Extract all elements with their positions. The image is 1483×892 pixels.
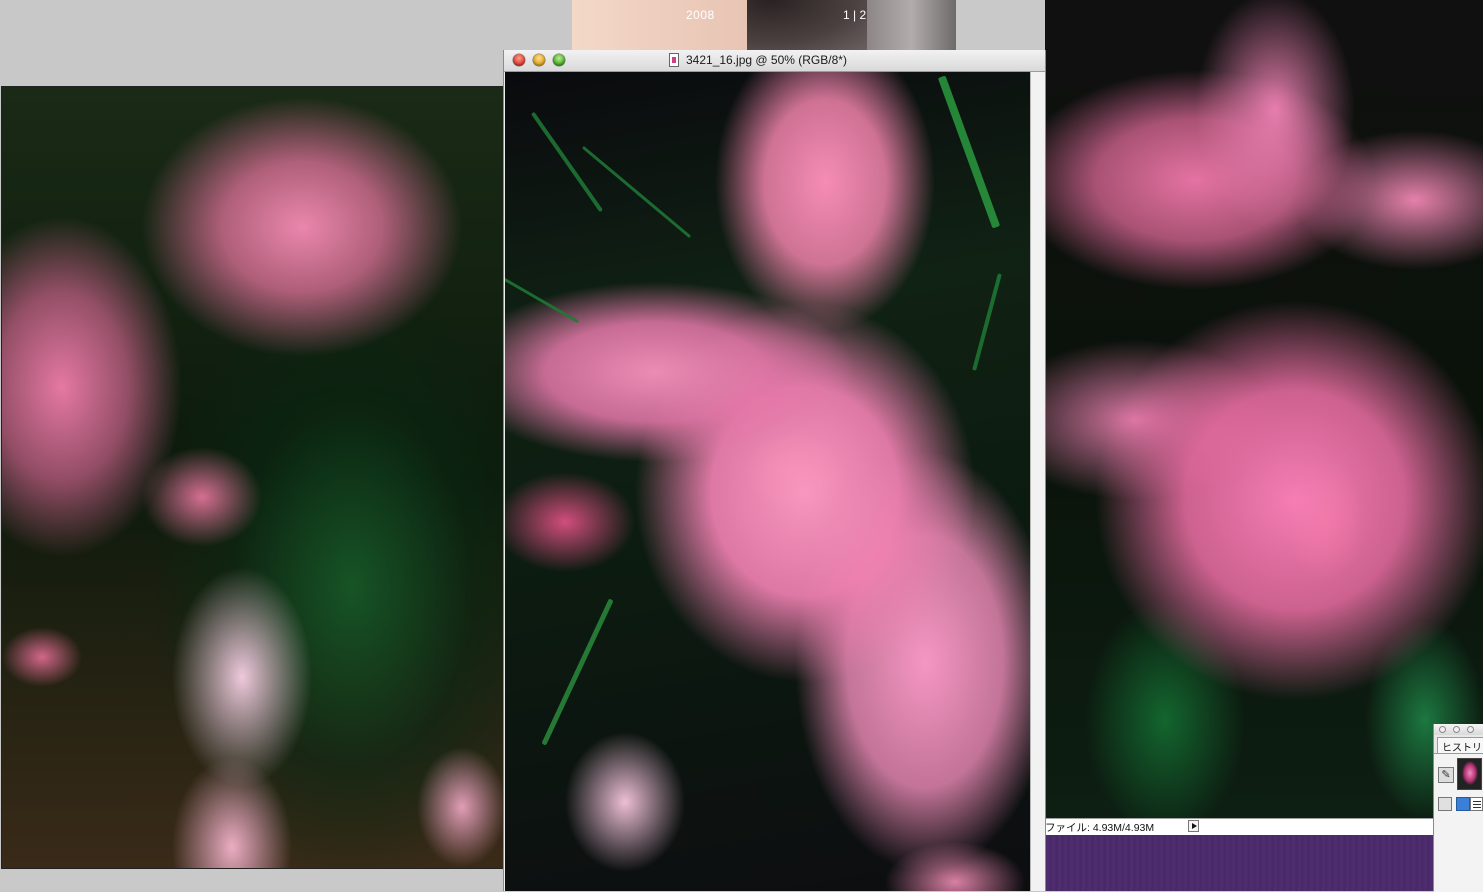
background-photo-left[interactable] bbox=[1, 86, 504, 869]
new-document-icon[interactable] bbox=[1456, 797, 1470, 811]
document-titlebar[interactable]: 3421_16.jpg @ 50% (RGB/8*) bbox=[504, 50, 1045, 72]
new-snapshot-icon[interactable] bbox=[1438, 797, 1452, 811]
image-canvas[interactable] bbox=[505, 72, 1030, 891]
grass-blade bbox=[541, 598, 614, 746]
background-document-preview bbox=[572, 0, 956, 50]
file-size-text: ファイル: 4.93M/4.93M bbox=[1045, 822, 1155, 834]
grass-blade bbox=[972, 273, 1002, 371]
palette-close-icon[interactable] bbox=[1439, 726, 1446, 733]
status-menu-arrow-icon[interactable] bbox=[1188, 820, 1199, 832]
desktop-background bbox=[0, 0, 571, 86]
zoom-button[interactable] bbox=[553, 54, 565, 66]
paper-area bbox=[572, 0, 747, 50]
history-brush-icon[interactable]: ✎ bbox=[1438, 767, 1454, 783]
info-status-bar: ファイル: 4.93M/4.93M bbox=[1045, 818, 1433, 836]
photo-area-light bbox=[867, 0, 956, 50]
history-list[interactable]: ✎ bbox=[1434, 753, 1483, 892]
grass-blade bbox=[937, 75, 1001, 229]
document-title: 3421_16.jpg @ 50% (RGB/8*) bbox=[686, 53, 847, 67]
palette-zoom-icon[interactable] bbox=[1467, 726, 1474, 733]
tab-history[interactable]: ヒストリー bbox=[1437, 737, 1483, 754]
palette-menu-icon[interactable] bbox=[1470, 797, 1483, 811]
minimize-button[interactable] bbox=[533, 54, 545, 66]
background-year-text: 2008 bbox=[686, 8, 715, 22]
document-window[interactable]: 3421_16.jpg @ 50% (RGB/8*) bbox=[503, 50, 1046, 891]
document-proxy-icon[interactable] bbox=[669, 53, 679, 67]
grass-blade bbox=[530, 111, 604, 213]
background-page-numbers: 1 | 2 bbox=[843, 8, 867, 22]
grass-blade bbox=[581, 145, 692, 239]
vertical-scrollbar[interactable] bbox=[1030, 72, 1045, 891]
palette-titlebar[interactable] bbox=[1434, 724, 1483, 735]
history-tab-label: ヒストリー bbox=[1442, 743, 1483, 754]
close-button[interactable] bbox=[513, 54, 525, 66]
background-photo-bottom bbox=[1045, 835, 1433, 891]
snapshot-thumbnail[interactable] bbox=[1457, 758, 1482, 790]
grass-blade bbox=[505, 260, 580, 324]
history-palette[interactable]: ヒストリー ✎ bbox=[1433, 724, 1483, 892]
background-photo-right[interactable] bbox=[1045, 0, 1483, 818]
palette-minimize-icon[interactable] bbox=[1453, 726, 1460, 733]
